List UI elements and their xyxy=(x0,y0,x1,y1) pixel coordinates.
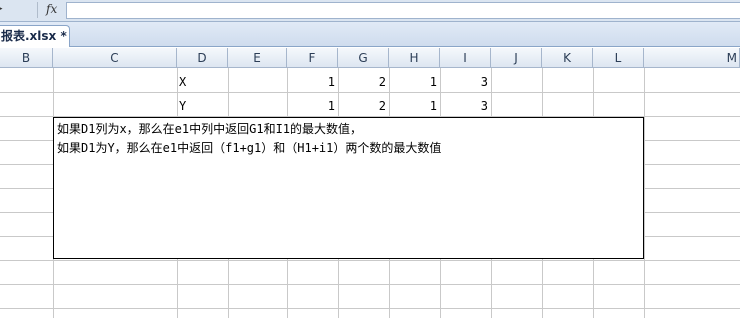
workbook-tab-strip xyxy=(0,22,740,47)
column-header-e[interactable]: E xyxy=(228,48,287,68)
gridline-horizontal xyxy=(0,260,740,261)
cell-d-y[interactable]: Y xyxy=(178,96,227,116)
column-header-f[interactable]: F xyxy=(287,48,338,68)
column-header-b[interactable]: B xyxy=(0,48,53,68)
cell-g-y[interactable]: 2 xyxy=(339,96,389,116)
merged-note-cell[interactable]: 如果D1列为x，那么在e1中列中返回G1和I1的最大数值， 如果D1为Y，那么在… xyxy=(53,117,644,259)
formula-input[interactable] xyxy=(66,2,740,19)
gridline-horizontal xyxy=(0,284,740,285)
cell-i-x[interactable]: 3 xyxy=(441,72,491,92)
note-line-2: 如果D1为Y，那么在e1中返回（f1+g1）和（H1+i1）两个数的最大数值 xyxy=(57,141,442,155)
gridline-horizontal xyxy=(0,92,740,93)
cell-h-y[interactable]: 1 xyxy=(390,96,440,116)
column-header-l[interactable]: L xyxy=(593,48,644,68)
note-line-1: 如果D1列为x，那么在e1中列中返回G1和I1的最大数值， xyxy=(57,122,363,136)
column-header-k[interactable]: K xyxy=(542,48,593,68)
cell-d-x[interactable]: X xyxy=(178,72,227,92)
cell-g-x[interactable]: 2 xyxy=(339,72,389,92)
formula-bar-separator xyxy=(37,2,38,18)
cell-i-y[interactable]: 3 xyxy=(441,96,491,116)
cell-f-x[interactable]: 1 xyxy=(288,72,338,92)
column-header-h[interactable]: H xyxy=(389,48,440,68)
cell-h-x[interactable]: 1 xyxy=(390,72,440,92)
column-header-m[interactable]: M xyxy=(644,48,740,68)
column-header-g[interactable]: G xyxy=(338,48,389,68)
gridline-horizontal xyxy=(0,308,740,309)
cell-f-y[interactable]: 1 xyxy=(288,96,338,116)
gridline-vertical xyxy=(644,68,645,318)
column-header-c[interactable]: C xyxy=(53,48,177,68)
workbook-tab[interactable]: 报表.xlsx * xyxy=(0,25,70,47)
insert-function-icon[interactable]: fx xyxy=(46,2,57,16)
column-header-d[interactable]: D xyxy=(177,48,228,68)
column-header-j[interactable]: J xyxy=(491,48,542,68)
name-box-dropdown-icon[interactable]: ▸ xyxy=(0,4,3,14)
column-header-i[interactable]: I xyxy=(440,48,491,68)
